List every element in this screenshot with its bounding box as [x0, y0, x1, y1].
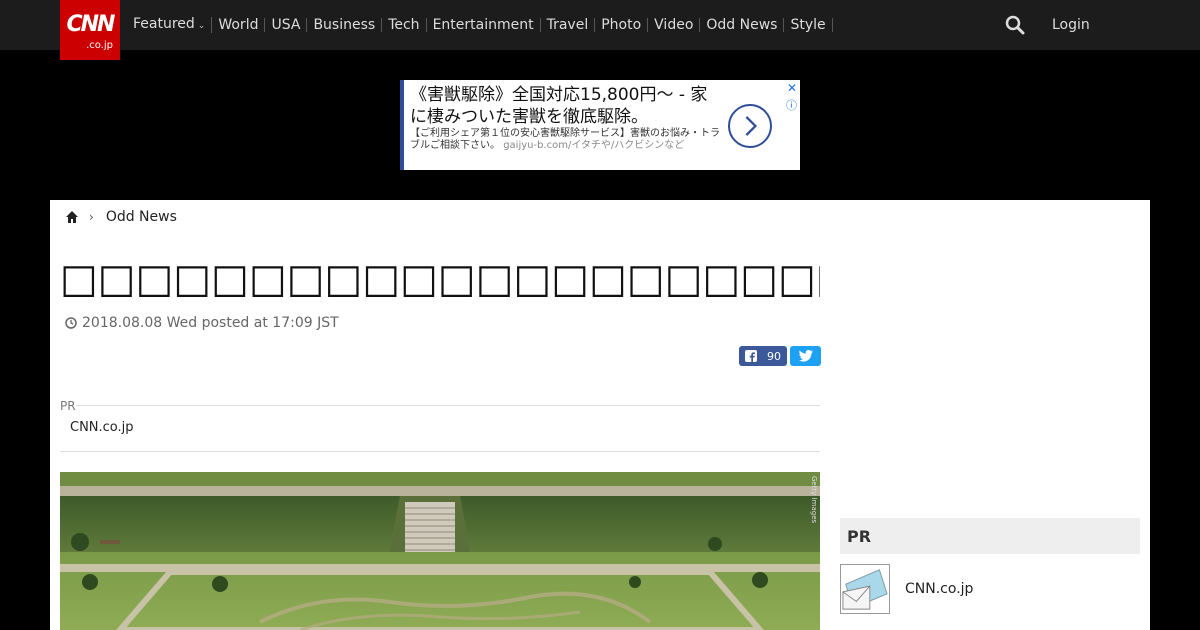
- share-buttons: 90: [739, 346, 821, 366]
- facebook-icon: [745, 350, 757, 362]
- login-link[interactable]: Login: [1052, 17, 1090, 33]
- logo-domain: .co.jp: [86, 40, 113, 51]
- chevron-right-icon[interactable]: [728, 104, 772, 148]
- nav-item-style[interactable]: Style: [784, 18, 833, 32]
- ad-close-icon[interactable]: ✕: [787, 81, 797, 95]
- cnn-logo[interactable]: CNN .co.jp: [60, 0, 120, 60]
- garden-photo-image: [60, 472, 820, 630]
- dateline-text: 2018.08.08 Wed posted at 17:09 JST: [82, 315, 339, 331]
- ad-info-icon[interactable]: ⓘ: [786, 97, 797, 113]
- ad-description: 【ご利用シェア第１位の安心害獣駆除サービス】害獣のお悩み・トラブルご相談下さい。…: [410, 128, 725, 152]
- article-dateline: 2018.08.08 Wed posted at 17:09 JST: [65, 315, 339, 331]
- nav-item-video[interactable]: Video: [648, 18, 701, 32]
- nav-item-featured[interactable]: Featured ⌄: [127, 16, 213, 33]
- twitter-icon: [798, 350, 813, 362]
- nav-item-travel[interactable]: Travel: [541, 18, 596, 32]
- article-headline: □□□□□□□□□□□□□□□□□□□□□□□□□□□□□□□□□□□□□: [60, 256, 820, 302]
- sidebar-pr-header: PR: [840, 518, 1140, 554]
- ad-url[interactable]: gaijyu-b.com/イタチや/ハクビシンなど: [503, 140, 684, 151]
- nav-item-label: Featured: [133, 16, 195, 32]
- nav-item-tech[interactable]: Tech: [382, 18, 427, 32]
- search-icon[interactable]: [1005, 15, 1025, 35]
- top-nav-bar: CNN .co.jp Featured ⌄ World USA Business …: [0, 0, 1200, 60]
- ad-banner[interactable]: 《害獣駆除》全国対応15,800円〜 - 家に棲みついた害獣を徹底駆除。 【ご利…: [400, 80, 800, 170]
- nav-item-photo[interactable]: Photo: [595, 18, 649, 32]
- pr-label: PR: [60, 399, 76, 413]
- home-icon[interactable]: [65, 210, 79, 224]
- nav-item-odd-news[interactable]: Odd News: [700, 18, 785, 32]
- ad-title[interactable]: 《害獣駆除》全国対応15,800円〜 - 家に棲みついた害獣を徹底駆除。: [410, 84, 720, 128]
- logo-text: CNN: [66, 12, 116, 37]
- sidebar-pr-item-text[interactable]: CNN.co.jp: [905, 581, 973, 597]
- nav-item-usa[interactable]: USA: [265, 18, 308, 32]
- nav-item-world[interactable]: World: [212, 18, 266, 32]
- facebook-share-button[interactable]: 90: [739, 346, 787, 366]
- facebook-share-count: 90: [767, 349, 781, 363]
- sidebar-pr-item[interactable]: CNN.co.jp: [840, 564, 1140, 614]
- article-photo: Getty Images: [60, 472, 820, 630]
- main-nav: Featured ⌄ World USA Business Tech Entert…: [127, 14, 833, 36]
- photo-credit: Getty Images: [810, 476, 818, 524]
- pr-link[interactable]: CNN.co.jp: [70, 420, 134, 435]
- breadcrumb: › Odd News: [65, 208, 177, 226]
- clock-icon: [65, 317, 77, 329]
- envelope-thumbnail-icon[interactable]: [840, 564, 890, 614]
- nav-item-entertainment[interactable]: Entertainment: [427, 18, 541, 32]
- chevron-down-icon: ⌄: [197, 21, 206, 31]
- chevron-right-icon: ›: [89, 210, 94, 224]
- breadcrumb-section[interactable]: Odd News: [106, 209, 177, 225]
- pr-divider: [76, 405, 820, 406]
- twitter-share-button[interactable]: [790, 346, 821, 366]
- pr-block: PR CNN.co.jp: [60, 396, 820, 452]
- nav-item-business[interactable]: Business: [307, 18, 383, 32]
- sidebar-pr-label: PR: [847, 527, 872, 546]
- content-card: › Odd News □□□□□□□□□□□□□□□□□□□□□□□□□□□□□…: [50, 200, 1150, 630]
